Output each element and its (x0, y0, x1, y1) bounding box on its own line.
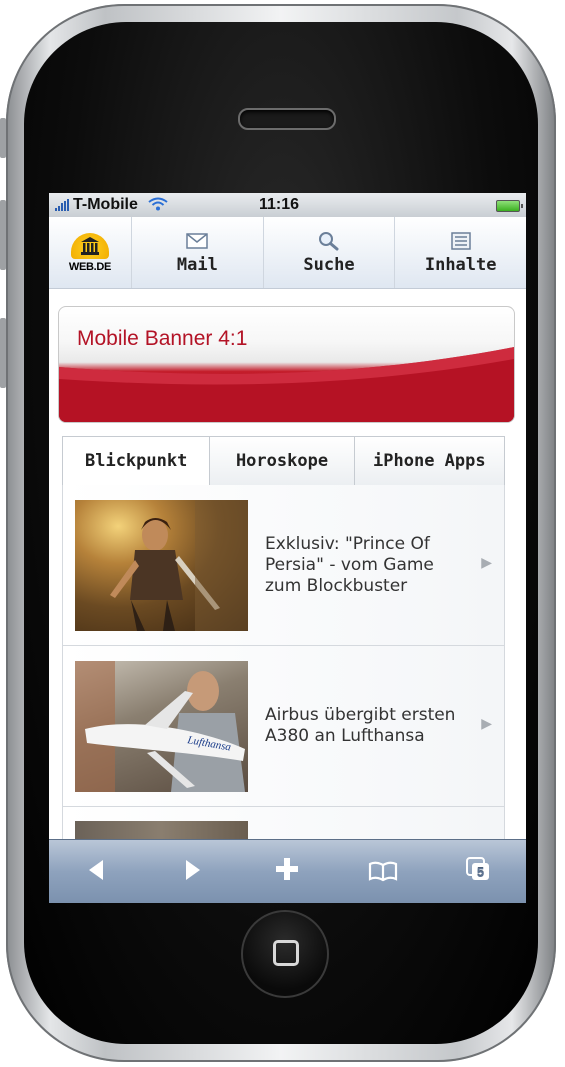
chevron-right-icon: ▶ (481, 555, 492, 571)
logo-emblem-icon (71, 232, 109, 259)
home-square-icon (273, 940, 299, 966)
warrior-image (110, 499, 248, 631)
banner-text: Mobile Banner 4:1 (77, 327, 248, 350)
article-list: Exklusiv: "Prince Of Persia" - vom Game … (62, 485, 505, 862)
article-title: Airbus übergibt ersten A380 an Lufthansa (265, 705, 456, 746)
carrier-name: T-Mobile (73, 196, 138, 213)
article-title: Exklusiv: "Prince Of Persia" - vom Game … (265, 533, 434, 596)
nav-search[interactable]: Suche (262, 217, 395, 288)
bookmarks-icon[interactable] (353, 855, 413, 890)
screen: T-Mobile 11:16 WEB.DE Mail Suche Inhalte… (49, 193, 526, 903)
home-button[interactable] (241, 910, 329, 998)
back-icon[interactable] (67, 855, 127, 890)
nav-search-label: Suche (303, 255, 355, 275)
tabs-count: 5 (477, 865, 484, 880)
search-icon (318, 230, 340, 252)
browser-toolbar: 5 (49, 839, 526, 903)
volume-down-button (0, 318, 6, 388)
webde-logo[interactable]: WEB.DE (49, 217, 131, 288)
earpiece-speaker (238, 108, 336, 130)
nav-contents-label: Inhalte (424, 255, 497, 275)
logo-text: WEB.DE (68, 260, 112, 273)
forward-icon[interactable] (162, 855, 222, 890)
nav-mail-label: Mail (176, 255, 218, 275)
tab-iphone-apps[interactable]: iPhone Apps (353, 437, 504, 485)
add-icon[interactable] (257, 855, 317, 890)
mail-icon (186, 230, 209, 252)
list-item[interactable]: Lufthansa Airbus übergibt ersten A380 an… (63, 646, 504, 807)
nav-mail[interactable]: Mail (131, 217, 263, 288)
wifi-icon (148, 197, 168, 214)
pages-icon[interactable]: 5 (448, 855, 508, 890)
mute-switch (0, 118, 6, 158)
article-thumbnail (75, 499, 248, 631)
clock: 11:16 (259, 196, 300, 213)
section-tabs: Blickpunkt Horoskope iPhone Apps (62, 436, 505, 486)
status-bar: T-Mobile 11:16 (49, 193, 526, 217)
tab-horoskope[interactable]: Horoskope (209, 437, 354, 485)
site-nav-bar: WEB.DE Mail Suche Inhalte (49, 217, 526, 289)
signal-icon (55, 199, 69, 211)
article-thumbnail: Lufthansa (75, 660, 248, 792)
grid-icon (450, 230, 471, 252)
chevron-right-icon: ▶ (481, 716, 492, 732)
volume-up-button (0, 200, 6, 270)
ad-banner[interactable]: Mobile Banner 4:1 (58, 306, 515, 423)
nav-contents[interactable]: Inhalte (394, 217, 526, 288)
tab-blickpunkt[interactable]: Blickpunkt (63, 437, 210, 485)
battery-icon (496, 200, 523, 212)
airplane-model-image: Lufthansa (75, 660, 245, 792)
list-item[interactable]: Exklusiv: "Prince Of Persia" - vom Game … (63, 485, 504, 646)
